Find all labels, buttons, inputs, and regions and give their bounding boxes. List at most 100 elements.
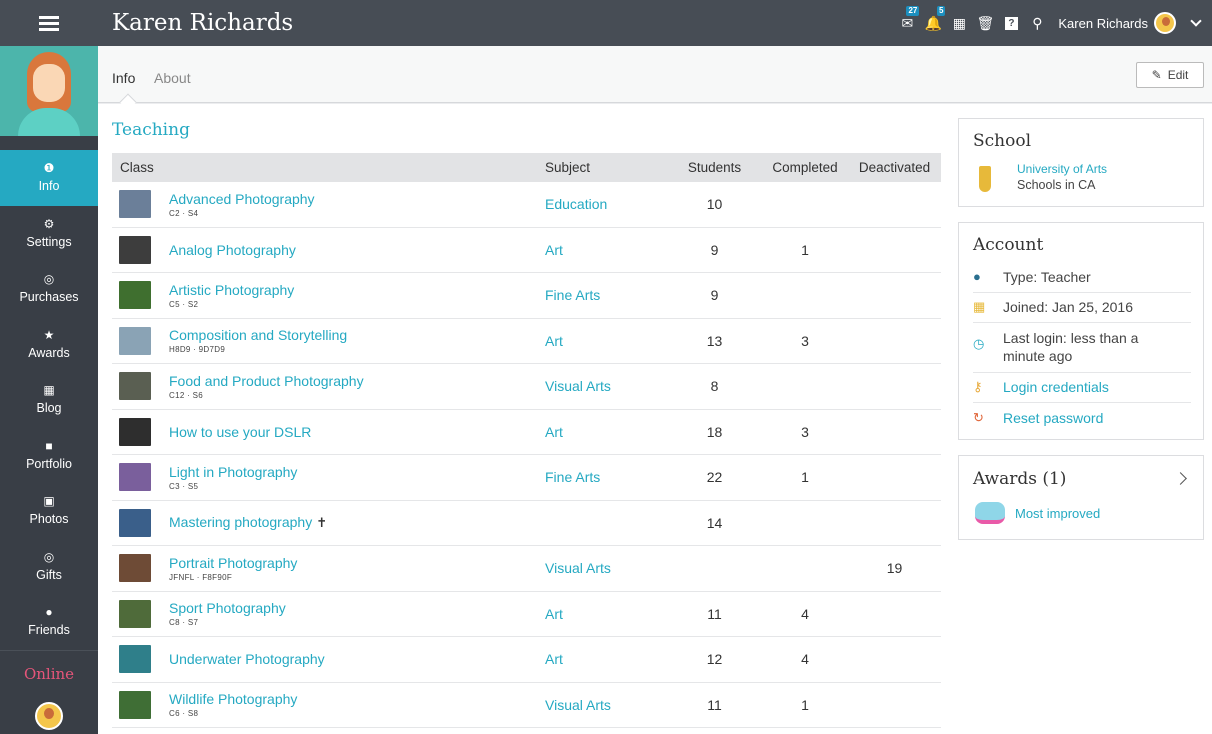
column-header-students: Students bbox=[687, 160, 742, 175]
class-link[interactable]: Analog Photography bbox=[169, 242, 296, 258]
login-credentials-link[interactable]: ⚷ Login credentials bbox=[973, 379, 1191, 403]
award-link[interactable]: Most improved bbox=[1015, 506, 1100, 521]
class-thumbnail[interactable] bbox=[119, 281, 151, 310]
table-row: Mastering photography ✝ 14 bbox=[112, 501, 941, 546]
folder-icon: ■ bbox=[45, 438, 53, 453]
column-header-completed: Completed bbox=[772, 160, 838, 175]
class-thumbnail[interactable] bbox=[119, 372, 151, 401]
class-thumbnail[interactable] bbox=[119, 645, 151, 674]
search-icon[interactable]: ⚲ bbox=[1024, 0, 1050, 46]
sidebar-item-awards[interactable]: ★ Awards bbox=[0, 317, 98, 373]
school-link[interactable]: University of Arts bbox=[1017, 162, 1107, 176]
class-thumbnail[interactable] bbox=[119, 690, 151, 719]
subject-link[interactable]: Art bbox=[545, 651, 667, 667]
class-link[interactable]: Composition and Storytelling bbox=[169, 327, 347, 343]
edit-button[interactable]: ✎ Edit bbox=[1136, 62, 1204, 88]
column-header-class: Class bbox=[120, 160, 154, 175]
class-thumbnail[interactable] bbox=[119, 599, 151, 628]
trash-icon[interactable]: 🗑 bbox=[972, 0, 998, 46]
sidebar-item-label: Purchases bbox=[19, 290, 79, 305]
tab-about[interactable]: About bbox=[154, 70, 191, 86]
chevron-right-icon[interactable] bbox=[1174, 472, 1187, 485]
account-type-text: Type: Teacher bbox=[1003, 269, 1091, 285]
class-thumbnail[interactable] bbox=[119, 463, 151, 492]
students-count: 13 bbox=[706, 332, 723, 349]
class-thumbnail[interactable] bbox=[119, 326, 151, 355]
subject-link[interactable]: Art bbox=[545, 333, 667, 349]
reset-password-label: Reset password bbox=[1003, 410, 1104, 426]
class-link[interactable]: How to use your DSLR bbox=[169, 424, 311, 440]
students-count: 14 bbox=[706, 514, 723, 531]
sidebar-item-blog[interactable]: ▦ Blog bbox=[0, 372, 98, 428]
class-link[interactable]: Artistic Photography bbox=[169, 282, 294, 298]
sidebar-item-gifts[interactable]: ◎ Gifts bbox=[0, 539, 98, 595]
students-count: 9 bbox=[710, 287, 719, 304]
tab-info[interactable]: Info bbox=[112, 70, 135, 86]
class-thumbnail[interactable] bbox=[119, 190, 151, 219]
messages-badge: 27 bbox=[906, 6, 920, 16]
students-count: 22 bbox=[706, 469, 723, 486]
user-menu[interactable]: Karen Richards bbox=[1058, 12, 1202, 34]
class-thumbnail[interactable] bbox=[119, 235, 151, 264]
class-link[interactable]: Wildlife Photography bbox=[169, 691, 297, 707]
class-thumbnail[interactable] bbox=[119, 554, 151, 583]
subject-link[interactable]: Fine Arts bbox=[545, 469, 667, 485]
class-link[interactable]: Underwater Photography bbox=[169, 651, 325, 667]
subject-link[interactable]: Art bbox=[545, 242, 667, 258]
reset-password-link[interactable]: ↻ Reset password bbox=[973, 410, 1191, 433]
class-link[interactable]: Light in Photography bbox=[169, 464, 297, 480]
sidebar-item-friends[interactable]: ● Friends bbox=[0, 594, 98, 650]
gear-icon: ⚙ bbox=[43, 216, 55, 231]
class-thumbnail[interactable] bbox=[119, 508, 151, 537]
class-name-block: How to use your DSLR bbox=[169, 424, 311, 440]
sidebar-item-portfolio[interactable]: ■ Portfolio bbox=[0, 428, 98, 484]
clock-icon: ◷ bbox=[973, 336, 985, 351]
calendar-icon: ▦ bbox=[43, 383, 55, 398]
subject-link[interactable]: Fine Arts bbox=[545, 287, 667, 303]
menu-icon[interactable] bbox=[0, 0, 98, 46]
table-body: Advanced Photography C2 · S4 Education 10 An… bbox=[112, 182, 941, 728]
subject-link[interactable]: Art bbox=[545, 606, 667, 622]
online-label: Online bbox=[0, 650, 98, 683]
help-icon[interactable]: ? bbox=[998, 0, 1024, 46]
class-link[interactable]: Mastering photography ✝ bbox=[169, 514, 327, 531]
subject-link[interactable]: Visual Arts bbox=[545, 697, 667, 713]
awards-panel: Awards (1) Most improved bbox=[958, 455, 1204, 540]
subject-link[interactable]: Education bbox=[545, 196, 667, 212]
panel-title[interactable]: Awards (1) bbox=[973, 469, 1066, 489]
sidebar-item-info[interactable]: ❶ Info bbox=[0, 150, 98, 206]
completed-count: 4 bbox=[801, 605, 809, 622]
pin-icon: ✝ bbox=[316, 515, 328, 531]
class-link[interactable]: Sport Photography bbox=[169, 600, 286, 616]
panel-title: School bbox=[973, 131, 1032, 151]
profile-picture[interactable] bbox=[0, 46, 98, 136]
account-joined-text: Joined: Jan 25, 2016 bbox=[1003, 299, 1133, 315]
class-name-block: Sport Photography C8 · S7 bbox=[169, 600, 286, 627]
table-header: Class Subject Students Completed Deactiv… bbox=[112, 153, 941, 182]
class-cell: Artistic Photography C5 · S2 bbox=[112, 281, 545, 310]
students-count: 10 bbox=[706, 196, 723, 213]
notifications-icon[interactable]: 🔔 5 bbox=[920, 0, 946, 46]
class-name-block: Mastering photography ✝ bbox=[169, 514, 327, 531]
calendar-icon[interactable]: ▦ bbox=[946, 0, 972, 46]
class-name-block: Advanced Photography C2 · S4 bbox=[169, 191, 315, 218]
subject-link[interactable]: Visual Arts bbox=[545, 560, 667, 576]
table-row: Portrait Photography JFNFL · F8F90F Visual… bbox=[112, 546, 941, 592]
avatar[interactable] bbox=[35, 702, 63, 730]
sidebar-item-photos[interactable]: ▣ Photos bbox=[0, 483, 98, 539]
completed-count: 3 bbox=[801, 332, 809, 349]
top-bar: Karen Richards ✉ 27 🔔 5 ▦ 🗑 ? ⚲ Karen Rich… bbox=[0, 0, 1212, 46]
subject-link[interactable]: Visual Arts bbox=[545, 378, 667, 394]
sidebar-item-label: Info bbox=[38, 179, 60, 194]
table-row: How to use your DSLR Art 18 3 bbox=[112, 410, 941, 455]
pencil-icon: ✎ bbox=[1151, 68, 1162, 82]
class-link[interactable]: Advanced Photography bbox=[169, 191, 315, 207]
class-name-block: Composition and Storytelling H8D9 · 9D7D9 bbox=[169, 327, 347, 354]
sidebar-item-settings[interactable]: ⚙ Settings bbox=[0, 206, 98, 262]
class-link[interactable]: Food and Product Photography bbox=[169, 373, 364, 389]
sidebar-item-purchases[interactable]: ◎ Purchases bbox=[0, 261, 98, 317]
class-thumbnail[interactable] bbox=[119, 417, 151, 446]
messages-icon[interactable]: ✉ 27 bbox=[894, 0, 920, 46]
class-link[interactable]: Portrait Photography bbox=[169, 555, 297, 571]
subject-link[interactable]: Art bbox=[545, 424, 667, 440]
